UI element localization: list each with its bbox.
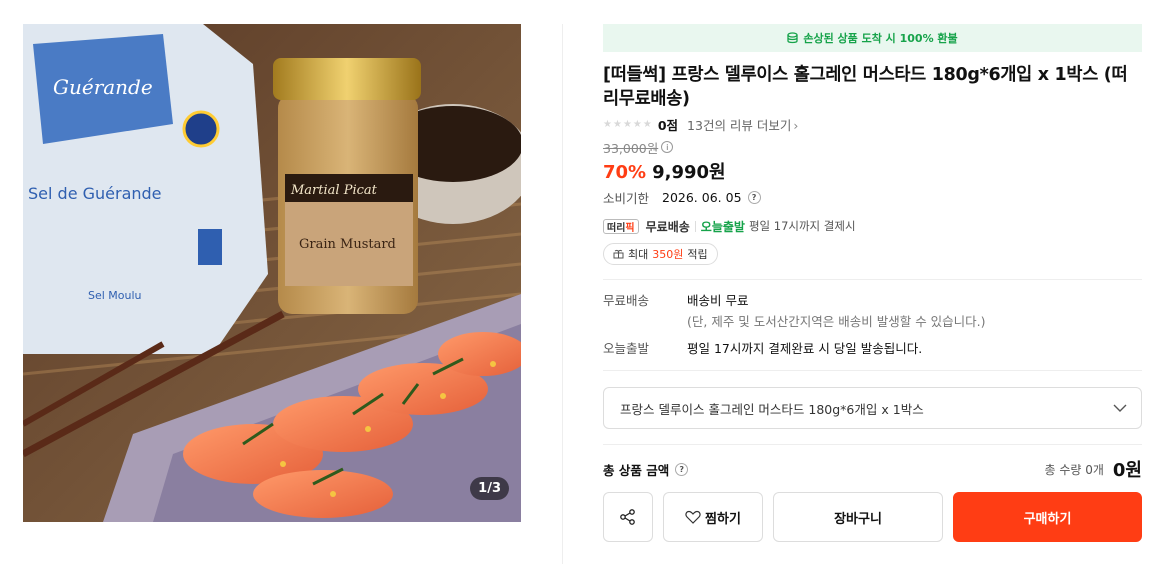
product-info: 손상된 상품 도착 시 100% 환불 [떠들썩] 프랑스 델루이스 홀그레인 … (603, 24, 1142, 542)
option-select[interactable]: 프랑스 델루이스 홀그레인 머스타드 180g*6개입 x 1박스 (603, 387, 1142, 429)
points-chip[interactable]: 최대 350원 적립 (603, 243, 718, 265)
ddr-logo: 떠리 픽 (603, 218, 639, 234)
divider (603, 370, 1142, 371)
star-icon: ★ (642, 118, 652, 130)
svg-text:Grain Mustard: Grain Mustard (299, 237, 396, 252)
expiry-row: 소비기한 2026. 06. 05 ? (603, 188, 1142, 206)
option-selected-label: 프랑스 델루이스 홀그레인 머스타드 180g*6개입 x 1박스 (620, 401, 924, 417)
svg-text:Sel de Guérande: Sel de Guérande (28, 184, 162, 203)
shipping-today-label: 오늘출발 (603, 341, 650, 356)
cart-button[interactable]: 장바구니 (773, 492, 943, 542)
points-prefix: 최대 (628, 248, 649, 261)
points-amount: 350원 (652, 248, 684, 261)
info-icon[interactable]: i (661, 141, 674, 153)
divider (603, 444, 1142, 445)
delivery-badges: 떠리 픽 무료배송 오늘출발 평일 17시까지 결제시 (603, 217, 1142, 235)
total-row: 총 상품 금액 ? 총 수량 0개 0원 (603, 456, 1142, 482)
chevron-right-icon: › (793, 117, 799, 133)
product-page: Guérande Sel de Guérande Sel Moulu Marti… (0, 0, 1162, 568)
star-icon: ★ (612, 118, 622, 130)
review-link-label: 13건의 리뷰 더보기 (687, 117, 792, 133)
product-photo: Guérande Sel de Guérande Sel Moulu Marti… (23, 24, 521, 522)
original-price-row: 33,000원 i (603, 139, 1142, 156)
wish-button[interactable]: 찜하기 (663, 492, 763, 542)
shipping-today-row: 오늘출발 평일 17시까지 결제완료 시 당일 발송됩니다. (603, 338, 1142, 357)
shipping-today-value: 평일 17시까지 결제완료 시 당일 발송됩니다. (687, 341, 923, 356)
points-suffix: 적립 (687, 248, 708, 261)
today-ship-note: 평일 17시까지 결제시 (748, 219, 856, 233)
shipping-free-note: (단, 제주 및 도서산간지역은 배송비 발생할 수 있습니다.) (687, 314, 986, 329)
action-buttons: 찜하기 장바구니 구매하기 (603, 492, 1142, 542)
buy-button[interactable]: 구매하기 (953, 492, 1142, 542)
shipping-info: 무료배송 배송비 무료 (단, 제주 및 도서산간지역은 배송비 발생할 수 있… (603, 290, 1142, 357)
original-price: 33,000원 (603, 140, 659, 156)
sale-price: 9,990원 (652, 162, 726, 183)
rating-row: ★ ★ ★ ★ ★ 0점 13건의 리뷰 더보기 › (603, 115, 1142, 133)
shipping-free-label: 무료배송 (603, 293, 650, 308)
svg-text:Sel Moulu: Sel Moulu (88, 289, 142, 302)
free-shipping-badge: 무료배송 (645, 219, 690, 234)
refund-banner-text: 손상된 상품 도착 시 100% 환불 (803, 32, 958, 45)
total-quantity: 총 수량 0개 (1044, 462, 1104, 477)
expiry-label: 소비기한 (603, 190, 650, 206)
question-icon[interactable]: ? (747, 190, 761, 204)
star-icon: ★ (622, 118, 632, 130)
gift-icon (613, 249, 624, 259)
product-title: [떠들썩] 프랑스 델루이스 홀그레인 머스타드 180g*6개입 x 1박스 … (603, 65, 1128, 109)
review-link[interactable]: 13건의 리뷰 더보기 › (687, 115, 798, 134)
image-counter: 1/3 (470, 477, 509, 500)
svg-text:Guérande: Guérande (53, 75, 153, 99)
column-divider (562, 24, 563, 564)
expiry-value: 2026. 06. 05 (662, 189, 742, 205)
total-summary: 총 수량 0개 0원 (1044, 456, 1142, 482)
total-price: 0원 (1112, 460, 1142, 481)
shipping-free-row: 무료배송 배송비 무료 (단, 제주 및 도서산간지역은 배송비 발생할 수 있… (603, 290, 1142, 330)
svg-text:Martial Picat: Martial Picat (290, 183, 378, 198)
chevron-down-icon (1113, 404, 1127, 412)
share-icon (620, 509, 635, 525)
today-ship-badge: 오늘출발 (700, 219, 745, 234)
question-icon[interactable]: ? (675, 462, 689, 476)
star-icon: ★ (603, 118, 612, 130)
wish-button-label: 찜하기 (705, 511, 741, 527)
rating-score: 0점 (657, 117, 679, 133)
price-row: 70% 9,990원 (603, 158, 1142, 183)
discount-rate: 70% (603, 162, 647, 183)
product-image[interactable]: Guérande Sel de Guérande Sel Moulu Marti… (23, 24, 521, 522)
share-button[interactable] (603, 492, 653, 542)
heart-icon (685, 510, 701, 524)
rating-stars: ★ ★ ★ ★ ★ (603, 119, 652, 130)
shipping-free-value: 배송비 무료 (687, 293, 749, 308)
star-icon: ★ (632, 118, 642, 130)
coin-icon (787, 32, 798, 44)
divider (603, 279, 1142, 280)
refund-banner: 손상된 상품 도착 시 100% 환불 (603, 24, 1142, 52)
total-label: 총 상품 금액 ? (603, 460, 689, 479)
separator (694, 220, 696, 232)
